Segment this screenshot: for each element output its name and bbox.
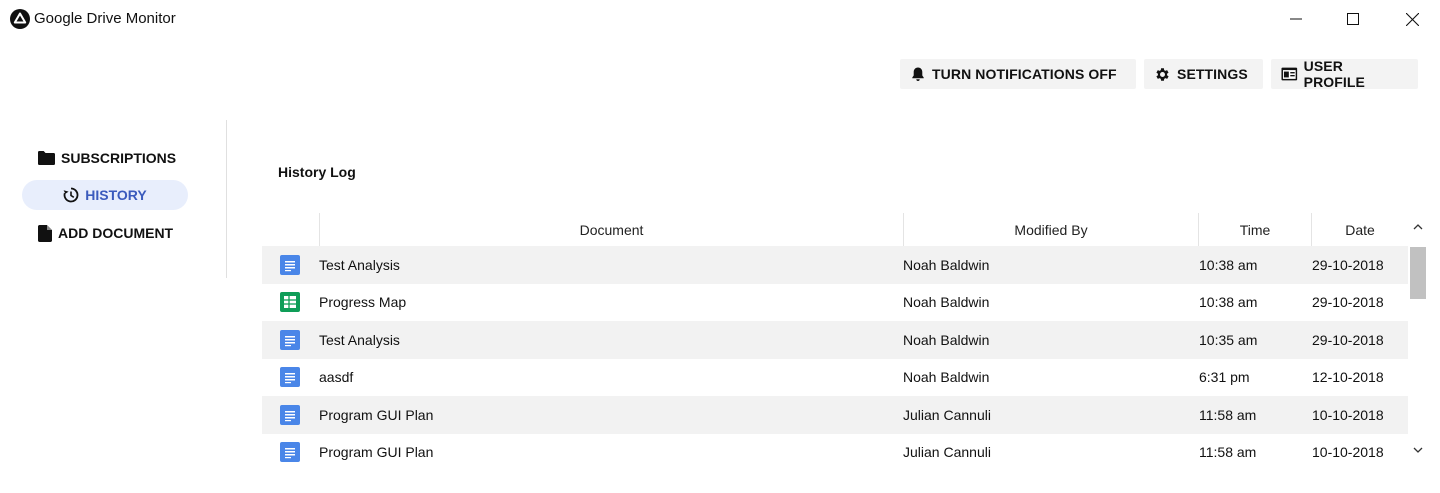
history-table: Document Modified By Time Date Test Anal… bbox=[262, 213, 1408, 471]
cell-date: 29-10-2018 bbox=[1312, 256, 1384, 273]
table-row[interactable]: Program GUI Plan Julian Cannuli 11:58 am 10… bbox=[262, 396, 1408, 434]
folder-icon bbox=[38, 151, 55, 165]
cell-modified-by: Noah Baldwin bbox=[903, 369, 990, 386]
cell-time: 10:38 am bbox=[1199, 294, 1258, 311]
maximize-icon bbox=[1347, 13, 1359, 25]
cell-date: 29-10-2018 bbox=[1312, 331, 1384, 348]
turn-notifications-off-label: TURN NOTIFICATIONS OFF bbox=[932, 66, 1117, 82]
column-header-icon bbox=[262, 213, 319, 246]
table-body: Test Analysis Noah Baldwin 10:38 am 29-10-2… bbox=[262, 246, 1408, 471]
maximize-button[interactable] bbox=[1330, 0, 1376, 38]
column-header-document[interactable]: Document bbox=[319, 213, 903, 246]
table-header: Document Modified By Time Date bbox=[262, 213, 1408, 246]
user-profile-label: USER PROFILE bbox=[1303, 58, 1365, 90]
turn-notifications-off-button[interactable]: TURN NOTIFICATIONS OFF bbox=[900, 59, 1136, 89]
cell-date: 10-10-2018 bbox=[1312, 406, 1384, 423]
cell-document: Program GUI Plan bbox=[319, 406, 434, 423]
drive-logo-icon bbox=[10, 9, 30, 29]
table-row[interactable]: Program GUI Plan Julian Cannuli 11:58 am 10… bbox=[262, 434, 1408, 472]
google-docs-icon bbox=[280, 246, 300, 284]
column-header-date[interactable]: Date bbox=[1311, 213, 1408, 246]
table-row[interactable]: Progress Map Noah Baldwin 10:38 am 29-10-20… bbox=[262, 284, 1408, 322]
scroll-thumb[interactable] bbox=[1410, 247, 1426, 299]
table-scrollbar[interactable] bbox=[1408, 213, 1428, 465]
cell-modified-by: Julian Cannuli bbox=[903, 406, 991, 423]
settings-label: SETTINGS bbox=[1177, 66, 1248, 82]
minimize-icon bbox=[1290, 18, 1302, 20]
chevron-down-icon bbox=[1413, 447, 1423, 453]
profile-card-icon bbox=[1281, 67, 1298, 81]
cell-document: Program GUI Plan bbox=[319, 444, 434, 461]
cell-modified-by: Noah Baldwin bbox=[903, 331, 990, 348]
bell-icon bbox=[912, 67, 924, 81]
close-button[interactable] bbox=[1389, 0, 1435, 38]
google-sheets-icon bbox=[280, 284, 300, 322]
sidebar-item-history[interactable]: HISTORY bbox=[22, 180, 188, 210]
google-docs-icon bbox=[280, 359, 300, 397]
close-icon bbox=[1405, 12, 1419, 26]
user-profile-button[interactable]: USER PROFILE bbox=[1271, 58, 1418, 90]
page-title: History Log bbox=[278, 164, 356, 180]
cell-time: 11:58 am bbox=[1199, 444, 1257, 461]
cell-date: 10-10-2018 bbox=[1312, 444, 1384, 461]
scroll-up-button[interactable] bbox=[1408, 217, 1428, 237]
cell-date: 29-10-2018 bbox=[1312, 294, 1384, 311]
cell-modified-by: Noah Baldwin bbox=[903, 294, 990, 311]
table-row[interactable]: Test Analysis Noah Baldwin 10:35 am 29-10-2… bbox=[262, 321, 1408, 359]
cell-modified-by: Noah Baldwin bbox=[903, 256, 990, 273]
cell-document: Test Analysis bbox=[319, 256, 400, 273]
title-bar: Google Drive Monitor bbox=[0, 0, 1440, 38]
cell-modified-by: Julian Cannuli bbox=[903, 444, 991, 461]
cell-time: 10:35 am bbox=[1199, 331, 1258, 348]
cell-document: aasdf bbox=[319, 369, 354, 386]
cell-document: Progress Map bbox=[319, 294, 407, 311]
cell-document: Test Analysis bbox=[319, 331, 400, 348]
settings-button[interactable]: SETTINGS bbox=[1144, 59, 1263, 89]
document-icon bbox=[38, 224, 52, 242]
cell-time: 6:31 pm bbox=[1199, 369, 1250, 386]
sidebar-item-label: ADD DOCUMENT bbox=[58, 225, 174, 241]
sidebar-item-add-document[interactable]: ADD DOCUMENT bbox=[38, 218, 173, 248]
minimize-button[interactable] bbox=[1273, 0, 1319, 38]
google-docs-icon bbox=[280, 396, 300, 434]
gear-icon bbox=[1156, 67, 1169, 81]
window-title: Google Drive Monitor bbox=[34, 10, 176, 27]
scroll-down-button[interactable] bbox=[1408, 440, 1428, 460]
table-row[interactable]: aasdf Noah Baldwin 6:31 pm 12-10-2018 bbox=[262, 359, 1408, 397]
google-docs-icon bbox=[280, 434, 300, 472]
table-row[interactable]: Test Analysis Noah Baldwin 10:38 am 29-10-2… bbox=[262, 246, 1408, 284]
sidebar-divider bbox=[226, 120, 227, 278]
column-header-time[interactable]: Time bbox=[1198, 213, 1311, 246]
chevron-up-icon bbox=[1413, 224, 1423, 230]
column-header-modified-by[interactable]: Modified By bbox=[903, 213, 1198, 246]
sidebar-item-label: SUBSCRIPTIONS bbox=[61, 150, 177, 166]
cell-date: 12-10-2018 bbox=[1312, 369, 1384, 386]
sidebar-item-subscriptions[interactable]: SUBSCRIPTIONS bbox=[38, 143, 176, 173]
cell-time: 10:38 am bbox=[1199, 256, 1258, 273]
sidebar-item-label: HISTORY bbox=[85, 187, 147, 203]
history-icon bbox=[63, 187, 79, 203]
google-docs-icon bbox=[280, 321, 300, 359]
cell-time: 11:58 am bbox=[1199, 406, 1257, 423]
